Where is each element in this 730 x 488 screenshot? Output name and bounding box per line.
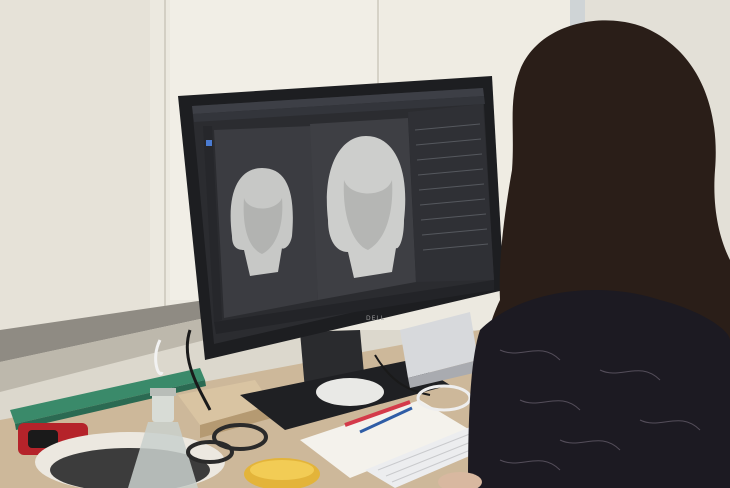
mouse xyxy=(316,378,384,406)
monitor-brand: DELL xyxy=(366,315,385,322)
office-photo: DELL xyxy=(0,0,730,488)
